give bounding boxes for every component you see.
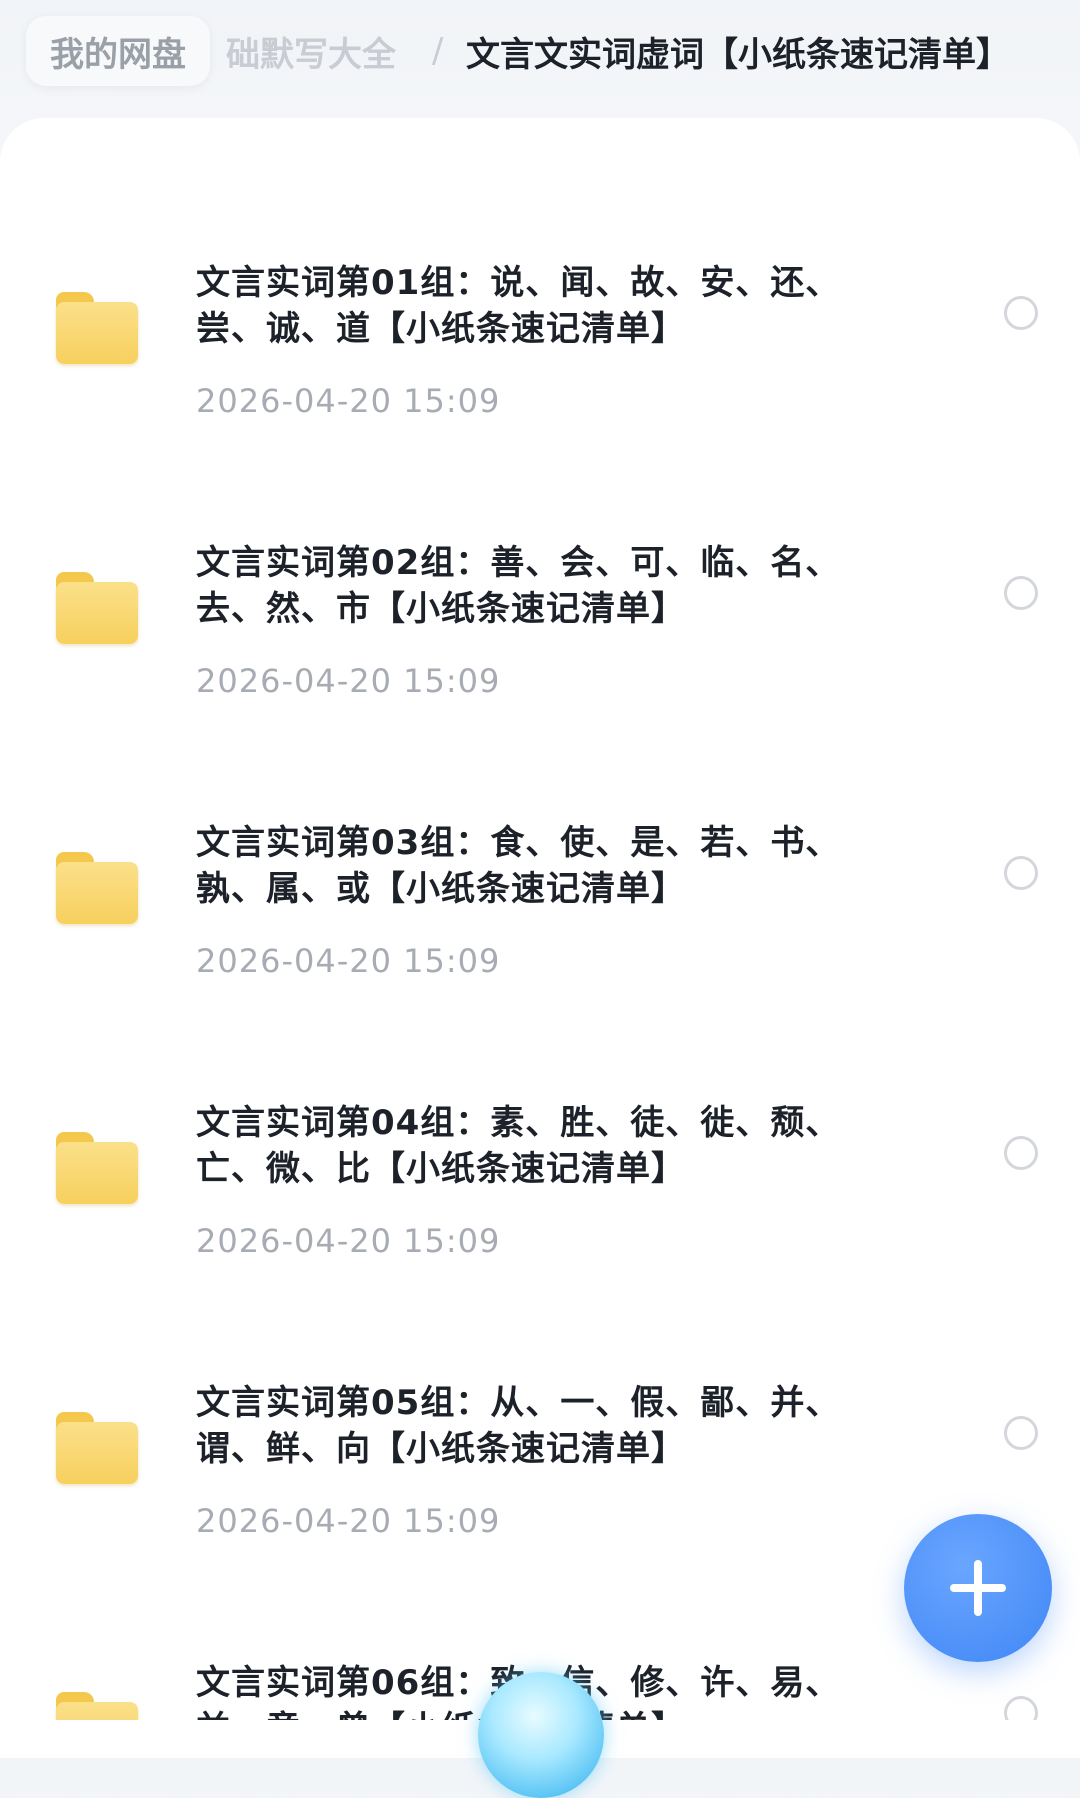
file-name: 文言实词第05组：从、一、假、鄙、并、谓、鲜、向【小纸条速记清单】 [196, 1383, 841, 1469]
file-name: 文言实词第04组：素、胜、徒、徙、颓、亡、微、比【小纸条速记清单】 [196, 1103, 841, 1189]
file-date: 2026-04-20 15:09 [196, 662, 501, 700]
file-date: 2026-04-20 15:09 [196, 1222, 501, 1260]
select-radio[interactable] [1004, 576, 1038, 610]
folder-icon [56, 852, 138, 924]
file-date: 2026-04-20 15:09 [196, 1502, 501, 1540]
file-name: 文言实词第02组：善、会、可、临、名、去、然、市【小纸条速记清单】 [196, 543, 841, 629]
select-radio[interactable] [1004, 296, 1038, 330]
select-radio[interactable] [1004, 1416, 1038, 1450]
breadcrumb: 础默写大全 我的网盘 / 文言文实词虚词【小纸条速记清单】 [0, 0, 1080, 110]
list-item[interactable]: 文言实词第01组：说、闻、故、安、还、尝、诚、道【小纸条速记清单】 2026-0… [0, 170, 1080, 450]
folder-icon [56, 1692, 138, 1720]
breadcrumb-root[interactable]: 我的网盘 [26, 16, 210, 86]
folder-icon [56, 1412, 138, 1484]
file-date: 2026-04-20 15:09 [196, 942, 501, 980]
folder-icon [56, 292, 138, 364]
file-name: 文言实词第03组：食、使、是、若、书、孰、属、或【小纸条速记清单】 [196, 823, 841, 909]
list-item[interactable]: 文言实词第02组：善、会、可、临、名、去、然、市【小纸条速记清单】 2026-0… [0, 450, 1080, 730]
folder-icon [56, 1132, 138, 1204]
folder-icon [56, 572, 138, 644]
assistant-orb-icon[interactable] [478, 1672, 604, 1798]
select-radio[interactable] [1004, 1696, 1038, 1720]
breadcrumb-parent[interactable]: 础默写大全 [226, 24, 396, 78]
add-button[interactable] [904, 1514, 1052, 1662]
list-item[interactable]: 文言实词第03组：食、使、是、若、书、孰、属、或【小纸条速记清单】 2026-0… [0, 730, 1080, 1010]
file-name: 文言实词第01组：说、闻、故、安、还、尝、诚、道【小纸条速记清单】 [196, 263, 841, 349]
breadcrumb-current: 文言文实词虚词【小纸条速记清单】 [466, 34, 1010, 75]
list-item[interactable]: 文言实词第04组：素、胜、徒、徙、颓、亡、微、比【小纸条速记清单】 2026-0… [0, 1010, 1080, 1290]
breadcrumb-separator: / [432, 31, 444, 71]
list-item[interactable]: 文言实词第05组：从、一、假、鄙、并、谓、鲜、向【小纸条速记清单】 2026-0… [0, 1290, 1080, 1570]
file-date: 2026-04-20 15:09 [196, 382, 501, 420]
file-list: 文言实词第01组：说、闻、故、安、还、尝、诚、道【小纸条速记清单】 2026-0… [0, 118, 1080, 1758]
select-radio[interactable] [1004, 1136, 1038, 1170]
select-radio[interactable] [1004, 856, 1038, 890]
